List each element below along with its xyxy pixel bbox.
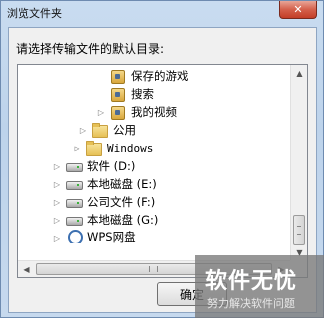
search-folder-icon bbox=[110, 87, 126, 102]
tree-item-label: 保存的游戏 bbox=[131, 69, 189, 83]
vertical-scrollbar[interactable]: ▲ ▼ bbox=[290, 65, 307, 261]
drive-icon bbox=[66, 177, 83, 191]
tree-item-label: 公司文件 (F:) bbox=[87, 195, 156, 209]
close-icon: ✕ bbox=[293, 3, 303, 16]
title-bar[interactable]: 浏览文件夹 ✕ bbox=[1, 1, 323, 29]
tree-item-label: 本地磁盘 (G:) bbox=[87, 213, 159, 227]
prompt-label: 请选择传输文件的默认目录: bbox=[16, 42, 165, 56]
tree-item-wps-cloud[interactable]: ▷ WPS网盘 bbox=[52, 229, 136, 243]
expand-arrow-icon[interactable]: ▷ bbox=[52, 211, 62, 229]
expander-icon bbox=[96, 85, 106, 103]
expand-arrow-icon[interactable]: ▷ bbox=[72, 139, 82, 157]
videos-folder-icon bbox=[110, 105, 126, 120]
tree-item-drive-g[interactable]: ▷ 本地磁盘 (G:) bbox=[52, 211, 159, 229]
saved-games-folder-icon bbox=[110, 69, 126, 84]
folder-icon bbox=[92, 123, 108, 138]
tree-item-label: WPS网盘 bbox=[87, 230, 136, 243]
expander-icon bbox=[96, 67, 106, 85]
tree-item-label: 本地磁盘 (E:) bbox=[87, 177, 157, 191]
vertical-scroll-thumb[interactable] bbox=[293, 215, 305, 245]
browse-folder-dialog: 浏览文件夹 ✕ 请选择传输文件的默认目录: 保存的游戏 搜索 ▷ 我的视频 ▷ … bbox=[0, 0, 324, 318]
tree-item-label: Windows bbox=[107, 141, 154, 155]
folder-tree[interactable]: 保存的游戏 搜索 ▷ 我的视频 ▷ 公用 ▷ Windows ▷ 软件 (D:)… bbox=[17, 64, 308, 278]
expand-arrow-icon[interactable]: ▷ bbox=[52, 229, 62, 243]
expand-arrow-icon[interactable]: ▷ bbox=[78, 121, 88, 139]
tree-item-label: 我的视频 bbox=[131, 105, 177, 119]
tree-item-drive-d[interactable]: ▷ 软件 (D:) bbox=[52, 157, 135, 175]
tree-item-label: 搜索 bbox=[131, 87, 154, 101]
tree-item-drive-f[interactable]: ▷ 公司文件 (F:) bbox=[52, 193, 155, 211]
drive-icon bbox=[66, 195, 83, 209]
window-title: 浏览文件夹 bbox=[7, 7, 62, 20]
watermark-title: 软件无忧 bbox=[205, 269, 298, 294]
drive-icon bbox=[66, 159, 83, 173]
drive-icon bbox=[66, 213, 83, 227]
expand-arrow-icon[interactable]: ▷ bbox=[96, 103, 106, 121]
network-drive-icon bbox=[66, 229, 83, 243]
expand-arrow-icon[interactable]: ▷ bbox=[52, 157, 62, 175]
tree-item-drive-e[interactable]: ▷ 本地磁盘 (E:) bbox=[52, 175, 157, 193]
expand-arrow-icon[interactable]: ▷ bbox=[52, 175, 62, 193]
watermark-logo: 软件无忧 努力解决软件问题 bbox=[195, 255, 324, 318]
watermark-subtitle: 努力解决软件问题 bbox=[207, 297, 295, 310]
expand-arrow-icon[interactable]: ▷ bbox=[52, 193, 62, 211]
tree-item-windows[interactable]: ▷ Windows bbox=[72, 139, 153, 157]
tree-item-label: 公用 bbox=[113, 123, 136, 137]
scroll-up-arrow-icon[interactable]: ▲ bbox=[291, 65, 307, 82]
tree-item-saved-games[interactable]: 保存的游戏 bbox=[96, 67, 189, 85]
tree-item-search[interactable]: 搜索 bbox=[96, 85, 154, 103]
tree-item-public[interactable]: ▷ 公用 bbox=[78, 121, 136, 139]
tree-item-my-videos[interactable]: ▷ 我的视频 bbox=[96, 103, 177, 121]
scroll-left-arrow-icon[interactable]: ◀ bbox=[18, 261, 35, 277]
folder-icon bbox=[86, 141, 102, 156]
tree-item-label: 软件 (D:) bbox=[87, 159, 136, 173]
close-button[interactable]: ✕ bbox=[279, 1, 317, 19]
